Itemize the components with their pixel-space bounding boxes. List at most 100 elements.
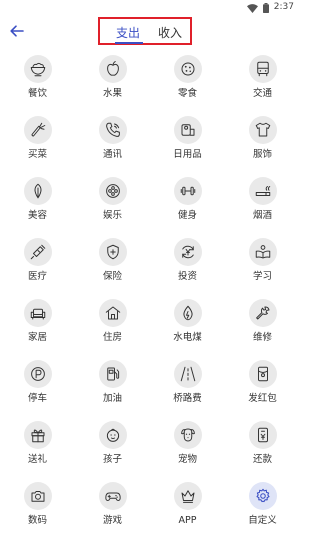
category-item[interactable]: 投资	[150, 233, 225, 294]
category-icon-circle	[248, 299, 277, 327]
category-icon-circle	[98, 421, 127, 449]
category-label: APP	[178, 515, 197, 526]
category-icon-circle	[173, 177, 202, 205]
category-label: 家居	[27, 332, 47, 343]
category-label: 自定义	[248, 515, 277, 526]
category-item[interactable]: 餐饮	[0, 50, 75, 111]
category-item[interactable]: 住房	[75, 294, 150, 355]
category-icon-circle	[23, 482, 52, 510]
red-envelope-icon	[257, 366, 268, 382]
category-label: 宠物	[177, 454, 197, 465]
category-item[interactable]: 桥路费	[150, 355, 225, 416]
category-label: 通讯	[102, 149, 122, 160]
category-item[interactable]: 零食	[150, 50, 225, 111]
syringe-icon	[30, 244, 45, 260]
category-item[interactable]: 日用品	[150, 111, 225, 172]
repay-icon	[257, 427, 268, 443]
tissue-roll-icon	[181, 124, 194, 136]
category-item[interactable]: 学习	[225, 233, 300, 294]
category-icon-circle	[23, 238, 52, 266]
category-item[interactable]: 健身	[150, 172, 225, 233]
category-item[interactable]: 水电煤	[150, 294, 225, 355]
back-button[interactable]	[6, 20, 28, 42]
category-item[interactable]: 送礼	[0, 416, 75, 477]
reading-icon	[255, 245, 270, 259]
camera-icon	[31, 491, 44, 502]
category-item[interactable]: 娱乐	[75, 172, 150, 233]
category-item[interactable]: 家居	[0, 294, 75, 355]
active-tab-indicator	[115, 42, 143, 44]
category-item[interactable]: 美容	[0, 172, 75, 233]
category-icon-circle	[98, 177, 127, 205]
category-item[interactable]: 保险	[75, 233, 150, 294]
cigarette-icon	[255, 186, 270, 196]
category-item[interactable]: 发红包	[225, 355, 300, 416]
category-item[interactable]: 维修	[225, 294, 300, 355]
sofa-icon	[30, 308, 45, 320]
flame-drop-icon	[182, 305, 193, 321]
category-icon-circle	[173, 482, 202, 510]
tab-expense[interactable]: 支出	[110, 22, 146, 44]
category-item[interactable]: 烟酒	[225, 172, 300, 233]
category-label: 餐饮	[27, 88, 47, 99]
category-icon-circle	[98, 482, 127, 510]
category-item[interactable]: 游戏	[75, 477, 150, 533]
category-item[interactable]: 医疗	[0, 233, 75, 294]
category-icon-circle	[248, 238, 277, 266]
dog-icon	[180, 428, 195, 442]
category-item[interactable]: 加油	[75, 355, 150, 416]
header: 支出 收入	[0, 14, 300, 48]
baby-icon	[106, 428, 119, 442]
category-icon-circle	[23, 360, 52, 388]
category-icon-circle	[248, 116, 277, 144]
category-icon-circle	[248, 482, 277, 510]
category-icon-circle	[173, 116, 202, 144]
category-icon-circle	[98, 116, 127, 144]
category-item[interactable]: 停车	[0, 355, 75, 416]
category-grid: 餐饮 水果 零食 交通买菜 通讯 日用品 服饰美容 娱乐 健身 烟酒医疗 保险 投资 学习家居 住房 水电煤…	[0, 50, 300, 533]
category-item[interactable]: 交通	[225, 50, 300, 111]
category-icon-circle	[173, 238, 202, 266]
category-item[interactable]: 数码	[0, 477, 75, 533]
wrench-icon	[255, 306, 269, 320]
category-label: 烟酒	[252, 210, 272, 221]
category-item[interactable]: 服饰	[225, 111, 300, 172]
category-label: 住房	[102, 332, 122, 343]
category-label: 游戏	[102, 515, 122, 526]
back-arrow-icon	[10, 25, 24, 37]
category-label: 数码	[27, 515, 47, 526]
category-label: 孩子	[102, 454, 122, 465]
category-icon-circle	[23, 177, 52, 205]
category-label: 娱乐	[102, 210, 122, 221]
category-label: 零食	[177, 88, 197, 99]
gift-icon	[31, 429, 44, 443]
category-item[interactable]: 自定义	[225, 477, 300, 533]
category-icon-circle	[248, 177, 277, 205]
category-label: 送礼	[27, 454, 47, 465]
category-label: 美容	[27, 210, 47, 221]
category-label: 发红包	[248, 393, 277, 404]
category-icon-circle	[98, 299, 127, 327]
category-item[interactable]: 水果	[75, 50, 150, 111]
category-item[interactable]: 还款	[225, 416, 300, 477]
bowl-icon	[30, 62, 45, 77]
status-indicators: 2:37	[246, 1, 294, 13]
category-icon-circle	[23, 55, 52, 83]
category-icon-circle	[173, 421, 202, 449]
phone-icon	[105, 122, 120, 137]
category-item[interactable]: 通讯	[75, 111, 150, 172]
category-label: 日用品	[173, 149, 202, 160]
category-icon-circle	[98, 360, 127, 388]
yen-cycle-icon	[181, 245, 194, 259]
category-item[interactable]: 买菜	[0, 111, 75, 172]
cookie-icon	[181, 62, 194, 76]
category-item[interactable]: APP	[150, 477, 225, 533]
carrot-icon	[31, 122, 45, 137]
tab-income[interactable]: 收入	[152, 22, 188, 44]
status-bar: 2:37	[0, 0, 300, 14]
category-label: 还款	[252, 454, 272, 465]
category-icon-circle	[248, 360, 277, 388]
fuel-pump-icon	[106, 367, 119, 381]
category-item[interactable]: 孩子	[75, 416, 150, 477]
category-item[interactable]: 宠物	[150, 416, 225, 477]
